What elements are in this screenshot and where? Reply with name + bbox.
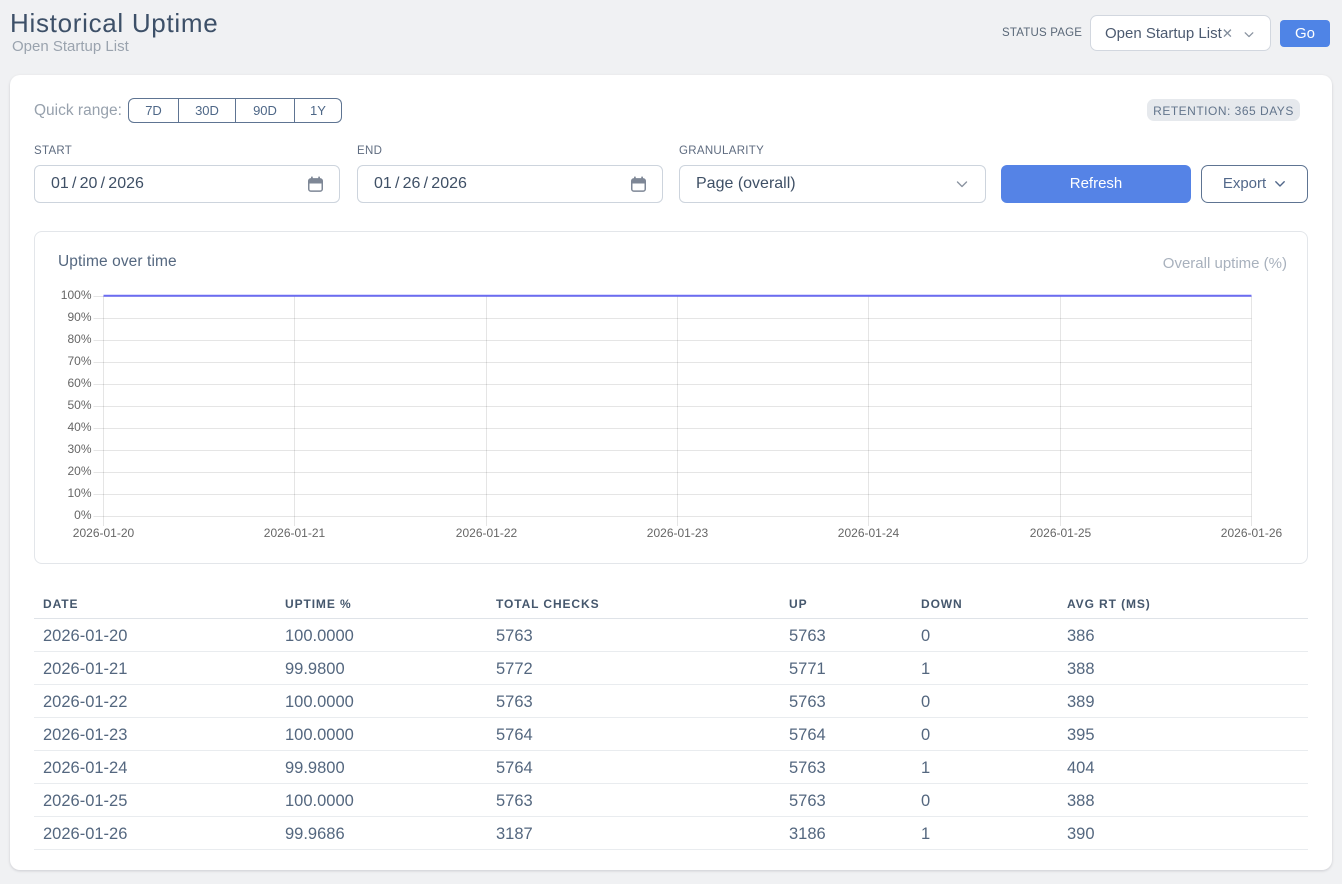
svg-text:80%: 80%: [67, 332, 91, 346]
svg-text:2026-01-23: 2026-01-23: [647, 526, 709, 540]
svg-text:90%: 90%: [67, 310, 91, 324]
svg-text:10%: 10%: [67, 486, 91, 500]
svg-text:2026-01-25: 2026-01-25: [1030, 526, 1092, 540]
svg-text:2026-01-24: 2026-01-24: [838, 526, 900, 540]
svg-text:60%: 60%: [67, 376, 91, 390]
svg-text:2026-01-21: 2026-01-21: [264, 526, 326, 540]
svg-text:70%: 70%: [67, 354, 91, 368]
svg-text:100%: 100%: [61, 288, 92, 302]
svg-text:20%: 20%: [67, 464, 91, 478]
svg-text:40%: 40%: [67, 420, 91, 434]
svg-text:30%: 30%: [67, 442, 91, 456]
svg-text:2026-01-22: 2026-01-22: [456, 526, 518, 540]
svg-text:50%: 50%: [67, 398, 91, 412]
svg-text:2026-01-26: 2026-01-26: [1221, 526, 1283, 540]
svg-text:0%: 0%: [74, 508, 92, 522]
svg-text:2026-01-20: 2026-01-20: [73, 526, 135, 540]
